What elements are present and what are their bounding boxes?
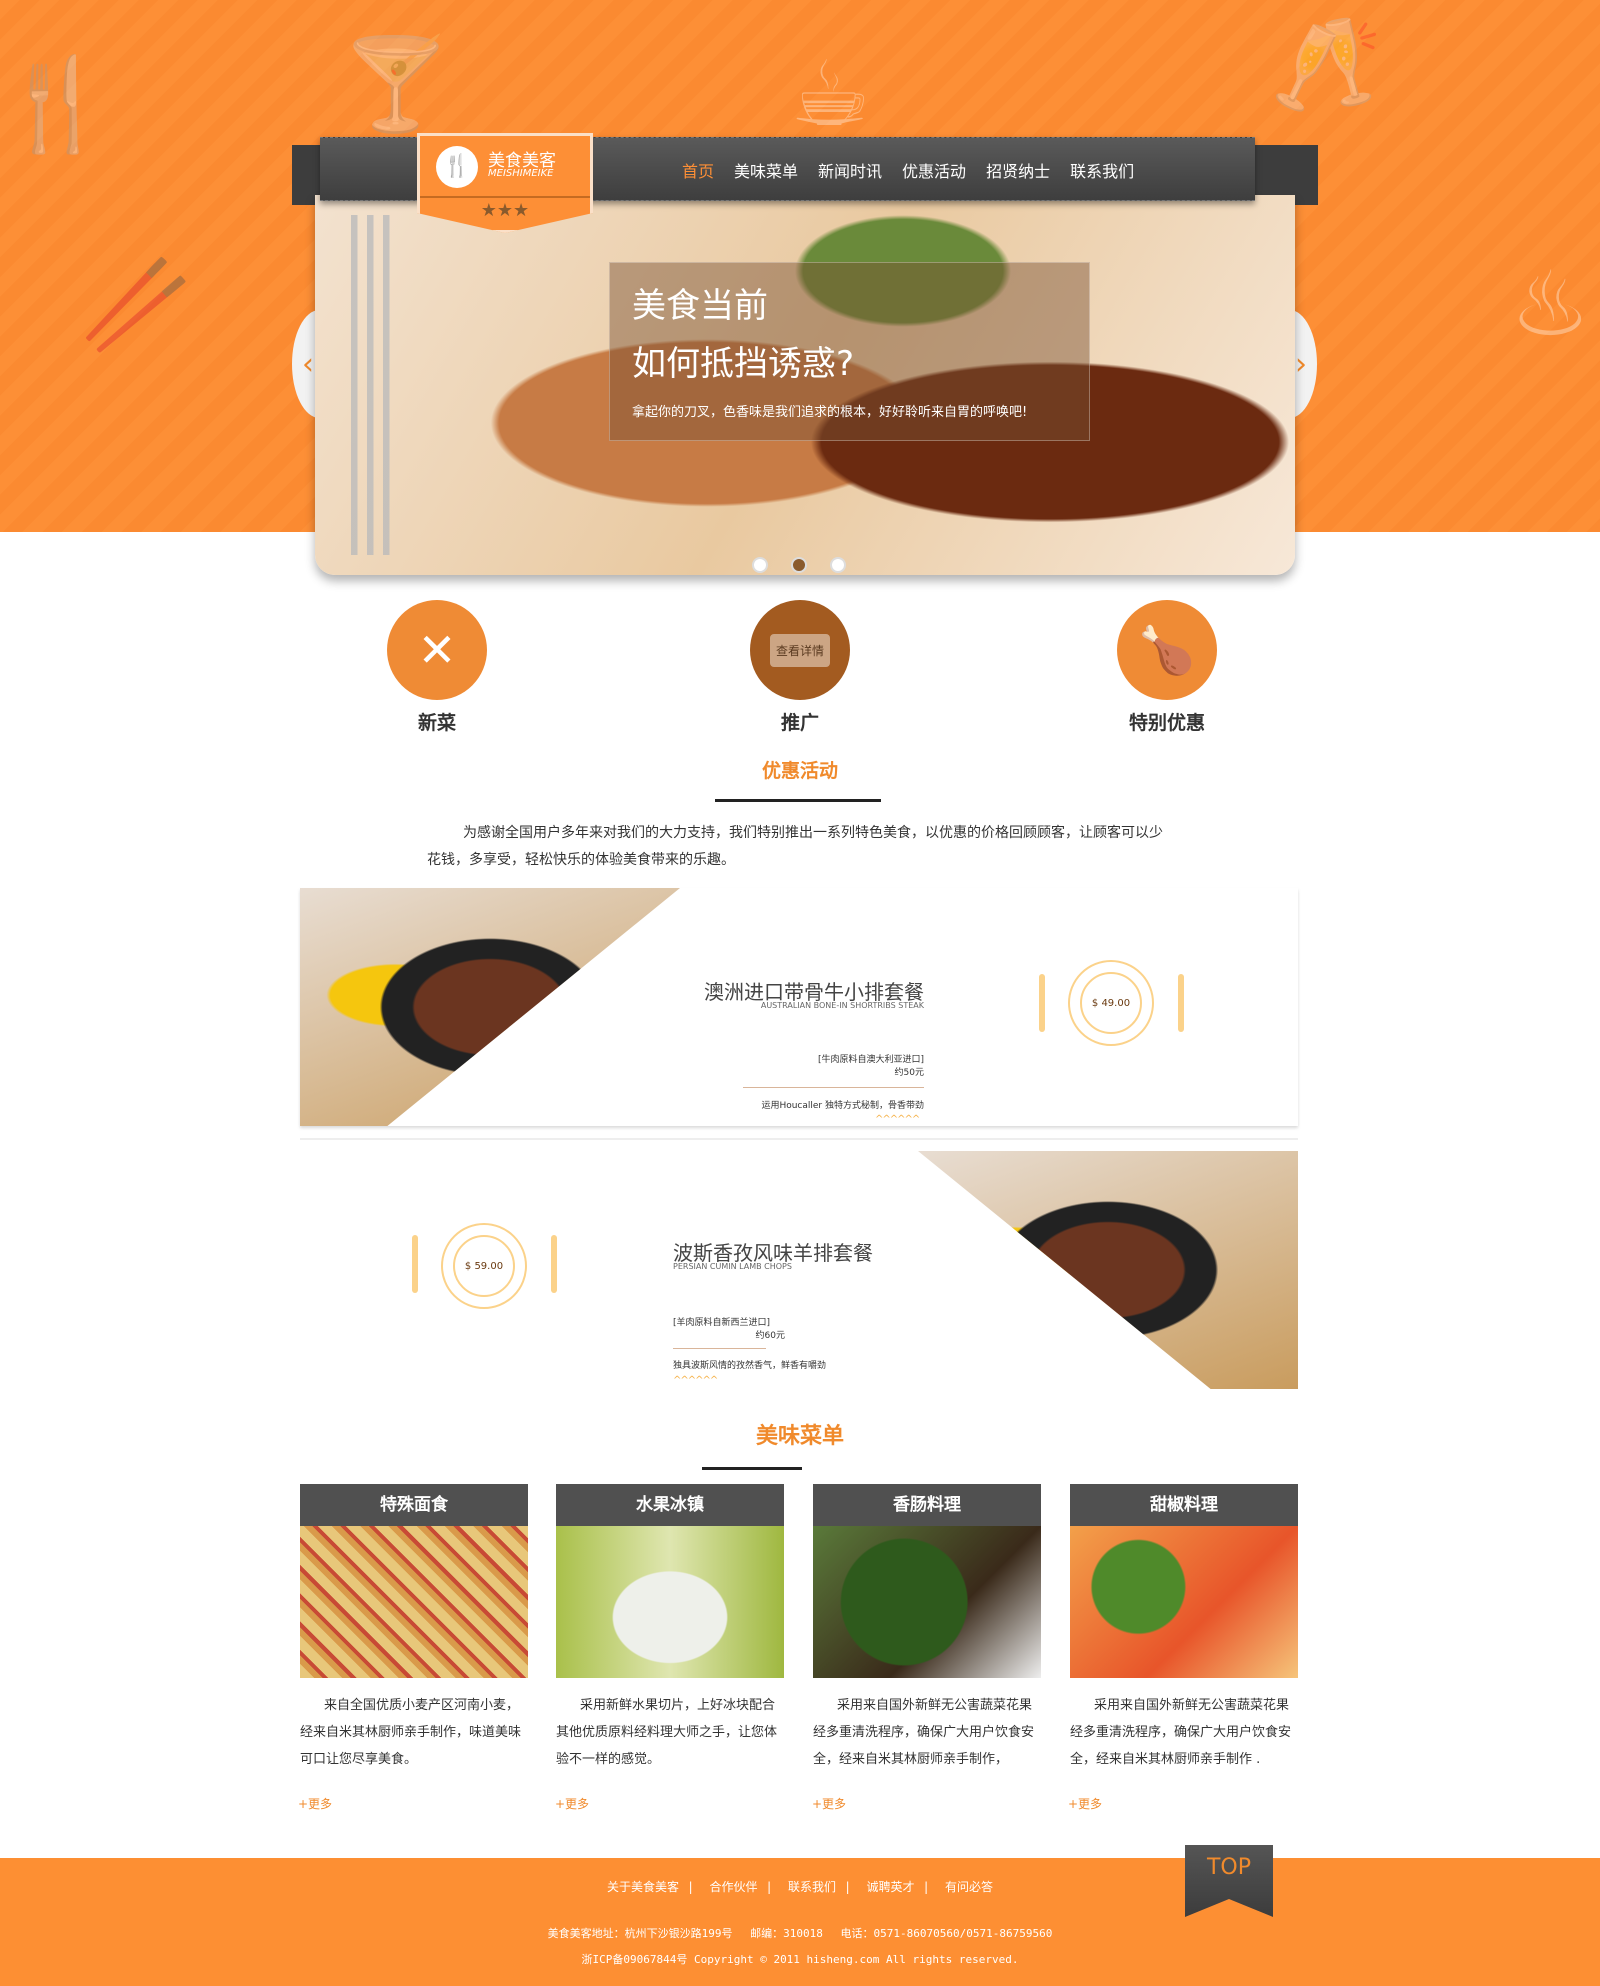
utensils-icon: 🍴 <box>0 52 113 157</box>
bowl-chopsticks-icon: 🥢 <box>80 252 193 357</box>
promo-intro: 为感谢全国用户多年来对我们的大力支持，我们特别推出一系列特色美食，以优惠的价格回… <box>427 825 1163 868</box>
cup-icon: ☕ <box>790 42 871 147</box>
footer-link-about[interactable]: 关于美食美客 <box>607 1880 679 1894</box>
more-link[interactable]: +更多 <box>555 1795 589 1812</box>
menu-card-title: 水果冰镇 <box>556 1484 784 1526</box>
beef-ribs-photo <box>300 888 680 1126</box>
hero-slider: 美食当前 如何抵挡诱惑? 拿起你的刀叉，色香味是我们追求的根本，好好聆听来自胃的… <box>315 195 1295 575</box>
promo-card[interactable]: 澳洲进口带骨牛小排套餐 AUSTRALIAN BONE-IN SHORTRIBS… <box>300 888 1298 1126</box>
nav-careers[interactable]: 招贤纳士 <box>986 158 1050 182</box>
menu-card-sausage[interactable]: 香肠料理 采用来自国外新鲜无公害蔬菜花果经多重清洗程序，确保广大用户饮食安全，经… <box>813 1484 1041 1773</box>
slider-dot-1[interactable] <box>752 557 768 573</box>
nav-news[interactable]: 新闻时讯 <box>818 158 882 182</box>
logo-subtext: MEISHIMEIKE <box>488 168 554 179</box>
menu-card-title: 甜椒料理 <box>1070 1484 1298 1526</box>
feature-promotion[interactable]: 查看详情 推广 <box>750 600 850 735</box>
pasta-photo <box>300 1526 528 1678</box>
roast-chicken-icon: 🍗 <box>1117 600 1217 700</box>
nav-menu[interactable]: 美味菜单 <box>734 158 798 182</box>
caption-subtitle: 如何抵挡诱惑? <box>632 344 855 384</box>
separator: | <box>765 1880 773 1894</box>
price: $ 59.00 <box>453 1235 515 1297</box>
fork-icon <box>1039 974 1045 1032</box>
plate-icon: $ 49.00 <box>1068 960 1154 1046</box>
wave-icon: ^^^^^^ <box>673 1375 718 1386</box>
fruit-ice-photo <box>556 1526 784 1678</box>
feature-label: 推广 <box>780 712 819 734</box>
footer-link-contact[interactable]: 联系我们 <box>788 1880 836 1894</box>
feature-special-offer[interactable]: 🍗 特别优惠 <box>1117 600 1217 735</box>
more-link[interactable]: +更多 <box>298 1795 332 1812</box>
knife-icon <box>551 1235 557 1293</box>
dish-weight: 约60元 <box>755 1331 785 1341</box>
divider <box>673 1348 766 1349</box>
dish-english-name: AUSTRALIAN BONE-IN SHORTRIBS STEAK <box>760 1001 924 1010</box>
lamb-chops-photo <box>918 1151 1298 1389</box>
logo-fork-icon: 🍴 <box>436 146 478 188</box>
pepper-dish-photo <box>1070 1526 1298 1678</box>
dish-weight: 约50元 <box>894 1068 924 1078</box>
nav-promotions[interactable]: 优惠活动 <box>902 158 966 182</box>
footer-link-careers[interactable]: 诚聘英才 <box>866 1880 914 1894</box>
slider-dot-2[interactable] <box>791 557 807 573</box>
section-title-promotions: 优惠活动 <box>761 760 838 782</box>
plate-icon: $ 59.00 <box>441 1223 527 1309</box>
wave-icon: ^^^^^^ <box>875 1114 920 1125</box>
slider-caption: 美食当前 如何抵挡诱惑? 拿起你的刀叉，色香味是我们追求的根本，好好聆听来自胃的… <box>609 262 1090 441</box>
separator: | <box>687 1880 695 1894</box>
menu-card-title: 香肠料理 <box>813 1484 1041 1526</box>
dish-english-name: PERSIAN CUMIN LAMB CHOPS <box>673 1262 792 1271</box>
menu-card-noodles[interactable]: 特殊面食 来自全国优质小麦产区河南小麦，经来自米其林厨师亲手制作，味道美味可口让… <box>300 1484 528 1773</box>
divider <box>743 1087 924 1088</box>
more-link[interactable]: +更多 <box>1068 1795 1102 1812</box>
slider-dot-3[interactable] <box>830 557 846 573</box>
separator: | <box>922 1880 930 1894</box>
divider <box>715 799 881 802</box>
menu-card-text: 采用来自国外新鲜无公害蔬菜花果经多重清洗程序，确保广大用户饮食安全，经来自米其林… <box>813 1698 1035 1767</box>
divider <box>300 1138 1298 1140</box>
footer-link-faq[interactable]: 有问必答 <box>945 1880 993 1894</box>
dish-origin: [牛肉原料自澳大利亚进口] <box>817 1055 924 1065</box>
view-details-button[interactable]: 查看详情 <box>769 633 830 667</box>
wine-glasses-icon: 🥂 <box>1270 12 1383 117</box>
menu-card-text: 来自全国优质小麦产区河南小麦，经来自米其林厨师亲手制作，味道美味可口让您尽享美食… <box>300 1698 522 1767</box>
grill-icon: ♨ <box>1510 252 1591 357</box>
feature-new-dishes[interactable]: ✕ 新菜 <box>387 600 487 735</box>
footer-link-partners[interactable]: 合作伙伴 <box>710 1880 758 1894</box>
caption-title: 美食当前 <box>632 286 768 326</box>
footer-links: 关于美食美客 | 合作伙伴 | 联系我们 | 诚聘英才 | 有问必答 <box>0 1878 1600 1895</box>
footer-address: 美食美客地址：杭州下沙银沙路199号 邮编：310018 电话：0571-860… <box>547 1927 1053 1940</box>
footer: 关于美食美客 | 合作伙伴 | 联系我们 | 诚聘英才 | 有问必答 美食美客地址：杭州… <box>0 1858 1600 1986</box>
menu-card-pepper[interactable]: 甜椒料理 采用来自国外新鲜无公害蔬菜花果经多重清洗程序，确保广大用户饮食安全，经… <box>1070 1484 1298 1773</box>
caption-text: 拿起你的刀叉，色香味是我们追求的根本，好好聆听来自胃的呼唤吧! <box>632 405 1028 420</box>
nav-home[interactable]: 首页 <box>682 158 714 182</box>
cocktail-icon: 🍸 <box>340 32 453 137</box>
fork-image <box>335 215 415 555</box>
separator: | <box>844 1880 852 1894</box>
footer-copyright: 浙ICP备09067844号 Copyright © 2011 hisheng.… <box>581 1953 1019 1966</box>
dish-origin: [羊肉原料自新西兰进口] <box>673 1318 771 1328</box>
star-rating-icon: ★★★ <box>420 196 590 221</box>
wine-glasses-icon: 查看详情 <box>750 600 850 700</box>
feature-label: 新菜 <box>417 712 456 734</box>
fork-icon <box>412 1235 418 1293</box>
menu-card-title: 特殊面食 <box>300 1484 528 1526</box>
dish-description: 独具波斯风情的孜然香气，鲜香有嚼劲 <box>673 1361 827 1371</box>
more-link[interactable]: +更多 <box>812 1795 846 1812</box>
price: $ 49.00 <box>1080 972 1142 1034</box>
dish-description: 运用Houcaller 独特方式秘制，骨香带劲 <box>761 1101 924 1111</box>
section-title-menu: 美味菜单 <box>755 1424 844 1449</box>
knife-icon <box>1178 974 1184 1032</box>
sausage-dish-photo <box>813 1526 1041 1678</box>
logo[interactable]: 🍴 美食美客 MEISHIMEIKE ★★★ <box>417 133 593 233</box>
menu-card-text: 采用新鲜水果切片，上好冰块配合其他优质原料经料理大师之手，让您体验不一样的感觉。 <box>556 1698 778 1767</box>
spoon-fork-icon: ✕ <box>387 600 487 700</box>
menu-card-text: 采用来自国外新鲜无公害蔬菜花果经多重清洗程序，确保广大用户饮食安全，经来自米其林… <box>1070 1698 1292 1767</box>
nav-contact[interactable]: 联系我们 <box>1070 158 1134 182</box>
divider <box>702 1467 802 1470</box>
menu-card-fruit[interactable]: 水果冰镇 采用新鲜水果切片，上好冰块配合其他优质原料经料理大师之手，让您体验不一… <box>556 1484 784 1773</box>
promo-card[interactable]: $ 59.00 波斯香孜风味羊排套餐 PERSIAN CUMIN LAMB CH… <box>300 1151 1298 1389</box>
feature-label: 特别优惠 <box>1128 712 1205 734</box>
